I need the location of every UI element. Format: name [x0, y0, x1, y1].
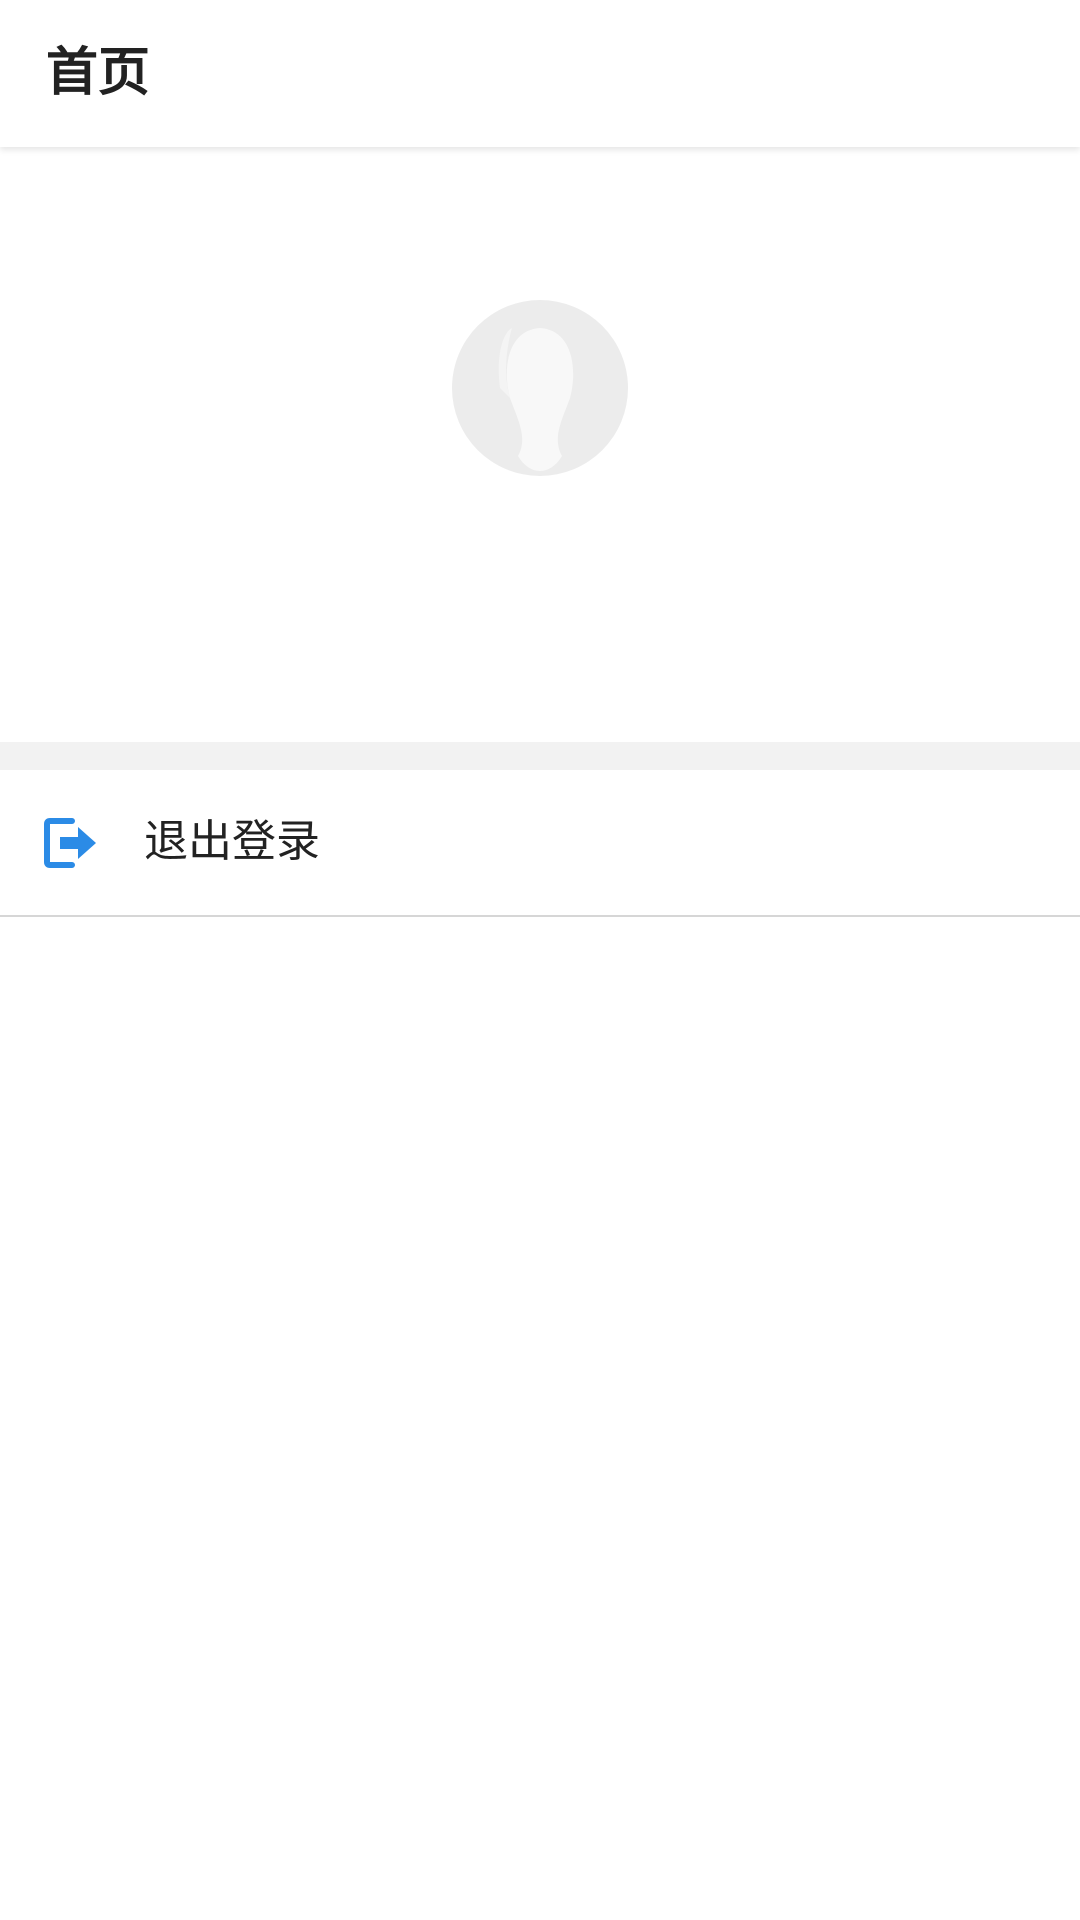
- default-user-avatar-icon: [452, 300, 628, 476]
- profile-header: [0, 150, 1080, 740]
- page-title: 首页: [46, 43, 151, 103]
- logout-label: 退出登录: [144, 816, 320, 867]
- logout-menu-item[interactable]: 退出登录: [0, 770, 1080, 917]
- app-bar: 首页: [0, 0, 1080, 147]
- section-divider: [0, 742, 1080, 770]
- avatar[interactable]: [450, 298, 630, 483]
- home-page: 首页 退出登录: [0, 0, 1080, 1920]
- logout-icon: [44, 817, 98, 869]
